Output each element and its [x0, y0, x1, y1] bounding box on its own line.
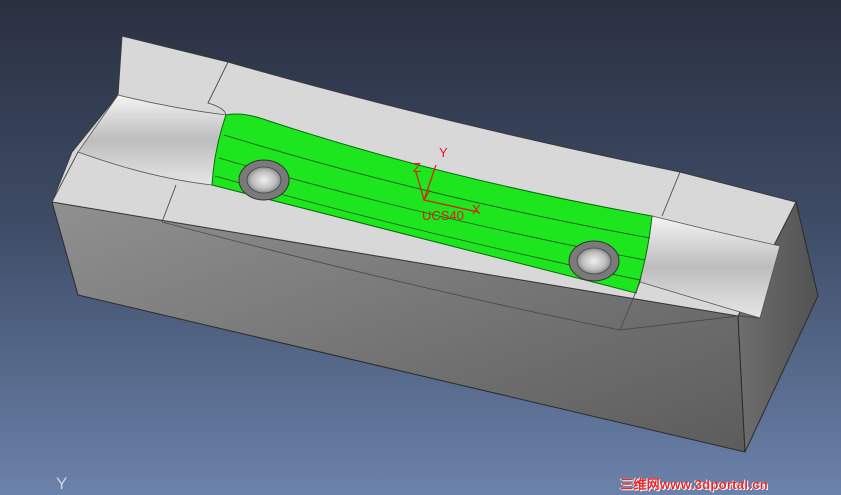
- ucs-z-label: Z: [413, 160, 421, 175]
- hole-left[interactable]: [238, 159, 290, 201]
- ucs-name-label: UCS40: [422, 208, 464, 223]
- ucs-y-label: Y: [439, 145, 448, 160]
- hole-right[interactable]: [568, 240, 620, 282]
- mold-model[interactable]: Z Y X UCS40: [0, 0, 841, 495]
- watermark: 三维网www.3dportal.cn: [620, 477, 768, 492]
- view-triad-y-label: Y: [56, 474, 68, 493]
- ucs-x-label: X: [472, 202, 481, 217]
- cad-viewport[interactable]: Z Y X UCS40 Y 三维网www.3dportal.cn: [0, 0, 841, 495]
